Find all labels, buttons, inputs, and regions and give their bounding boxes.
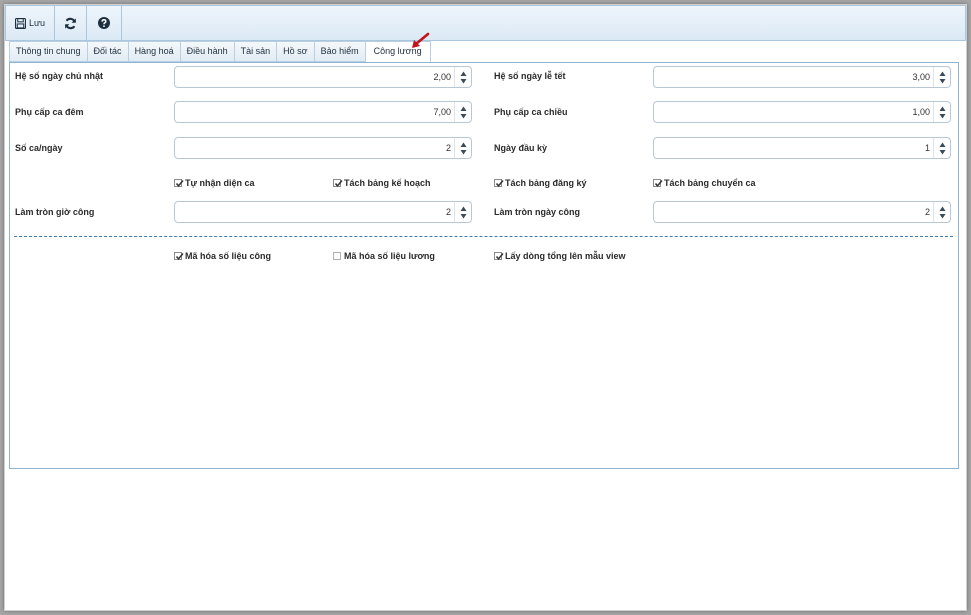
spinner-arrows-icon[interactable]: [454, 202, 471, 222]
help-icon: [98, 17, 110, 29]
app-window: Lưu Thông tin chung Đối tác Hàng hoá Điề…: [4, 4, 967, 611]
period-start-day-value: 1: [924, 143, 930, 153]
checkbox-label: Tách bảng kế hoạch: [344, 178, 431, 188]
checkbox-checked-icon[interactable]: [174, 252, 184, 260]
sunday-coef-value: 2,00: [433, 72, 451, 82]
refresh-button[interactable]: [55, 6, 87, 40]
checkbox-label: Tách bảng chuyển ca: [664, 178, 756, 188]
round-work-days-input[interactable]: 2: [653, 201, 951, 223]
section-divider: [14, 236, 953, 237]
checkbox-checked-icon[interactable]: [653, 179, 663, 187]
tab-general-info[interactable]: Thông tin chung: [9, 41, 88, 62]
spinner-arrows-icon[interactable]: [454, 102, 471, 122]
checkbox-checked-icon[interactable]: [333, 179, 343, 187]
checkbox-checked-icon[interactable]: [494, 179, 504, 187]
night-allowance-value: 7,00: [433, 107, 451, 117]
tab-assets[interactable]: Tài sản: [234, 41, 278, 62]
period-start-day-input[interactable]: 1: [653, 137, 951, 159]
night-allowance-input[interactable]: 7,00: [174, 101, 472, 123]
checkbox-label: Mã hóa số liệu công: [185, 251, 272, 261]
checkbox-split-registration-table[interactable]: Tách bảng đăng ký: [494, 178, 587, 188]
save-icon: [14, 17, 26, 29]
annotation-arrow-icon: [410, 32, 430, 52]
spinner-arrows-icon[interactable]: [933, 67, 950, 87]
checkbox-split-plan-table[interactable]: Tách bảng kế hoạch: [333, 178, 431, 188]
spinner-arrows-icon[interactable]: [933, 138, 950, 158]
checkbox-encode-work-data[interactable]: Mã hóa số liệu công: [174, 251, 271, 261]
period-start-day-label: Ngày đầu kỳ: [494, 143, 548, 153]
sunday-coef-input[interactable]: 2,00: [174, 66, 472, 88]
holiday-coef-input[interactable]: 3,00: [653, 66, 951, 88]
holiday-coef-value: 3,00: [912, 72, 930, 82]
checkbox-label: Tự nhận diện ca: [185, 178, 255, 188]
round-work-hours-input[interactable]: 2: [174, 201, 472, 223]
toolbar: Lưu: [5, 5, 966, 41]
sunday-coef-label: Hệ số ngày chủ nhật: [15, 71, 104, 81]
afternoon-allowance-label: Phụ cấp ca chiều: [494, 107, 568, 117]
checkbox-label: Tách bảng đăng ký: [505, 178, 587, 188]
checkbox-total-row-to-view[interactable]: Lấy dòng tổng lên mẫu view: [494, 251, 626, 261]
checkbox-label: Lấy dòng tổng lên mẫu view: [505, 251, 626, 261]
afternoon-allowance-input[interactable]: 1,00: [653, 101, 951, 123]
spinner-arrows-icon[interactable]: [454, 67, 471, 87]
refresh-icon: [64, 17, 77, 30]
spinner-arrows-icon[interactable]: [933, 102, 950, 122]
tab-insurance[interactable]: Bảo hiểm: [314, 41, 366, 62]
shifts-per-day-value: 2: [445, 143, 451, 153]
checkbox-checked-icon[interactable]: [494, 252, 504, 260]
checkbox-unchecked-icon[interactable]: [333, 252, 341, 260]
round-work-days-label: Làm tròn ngày công: [494, 207, 581, 217]
afternoon-allowance-value: 1,00: [912, 107, 930, 117]
round-work-days-value: 2: [924, 207, 930, 217]
tab-goods[interactable]: Hàng hoá: [128, 41, 181, 62]
save-button[interactable]: Lưu: [6, 6, 55, 40]
spinner-arrows-icon[interactable]: [933, 202, 950, 222]
shifts-per-day-label: Số ca/ngày: [15, 143, 63, 153]
save-button-label: Lưu: [28, 18, 46, 28]
round-work-hours-value: 2: [445, 207, 451, 217]
checkbox-auto-detect-shift[interactable]: Tự nhận diện ca: [174, 178, 255, 188]
tab-records[interactable]: Hồ sơ: [277, 41, 315, 62]
round-work-hours-label: Làm tròn giờ công: [15, 207, 95, 217]
checkbox-split-shift-change-table[interactable]: Tách bảng chuyển ca: [653, 178, 756, 188]
tab-partners[interactable]: Đối tác: [87, 41, 129, 62]
checkbox-label: Mã hóa số liệu lương: [344, 251, 435, 261]
tab-operations[interactable]: Điều hành: [180, 41, 235, 62]
help-button[interactable]: [87, 6, 122, 40]
tab-bar: Thông tin chung Đối tác Hàng hoá Điều hà…: [9, 41, 431, 63]
checkbox-checked-icon[interactable]: [174, 179, 184, 187]
shifts-per-day-input[interactable]: 2: [174, 137, 472, 159]
spinner-arrows-icon[interactable]: [454, 138, 471, 158]
holiday-coef-label: Hệ số ngày lễ tết: [494, 71, 566, 81]
night-allowance-label: Phụ cấp ca đêm: [15, 107, 84, 117]
payroll-settings-panel: Hệ số ngày chủ nhật 2,00 Hệ số ngày lễ t…: [9, 62, 959, 469]
checkbox-encode-salary-data[interactable]: Mã hóa số liệu lương: [333, 251, 435, 261]
